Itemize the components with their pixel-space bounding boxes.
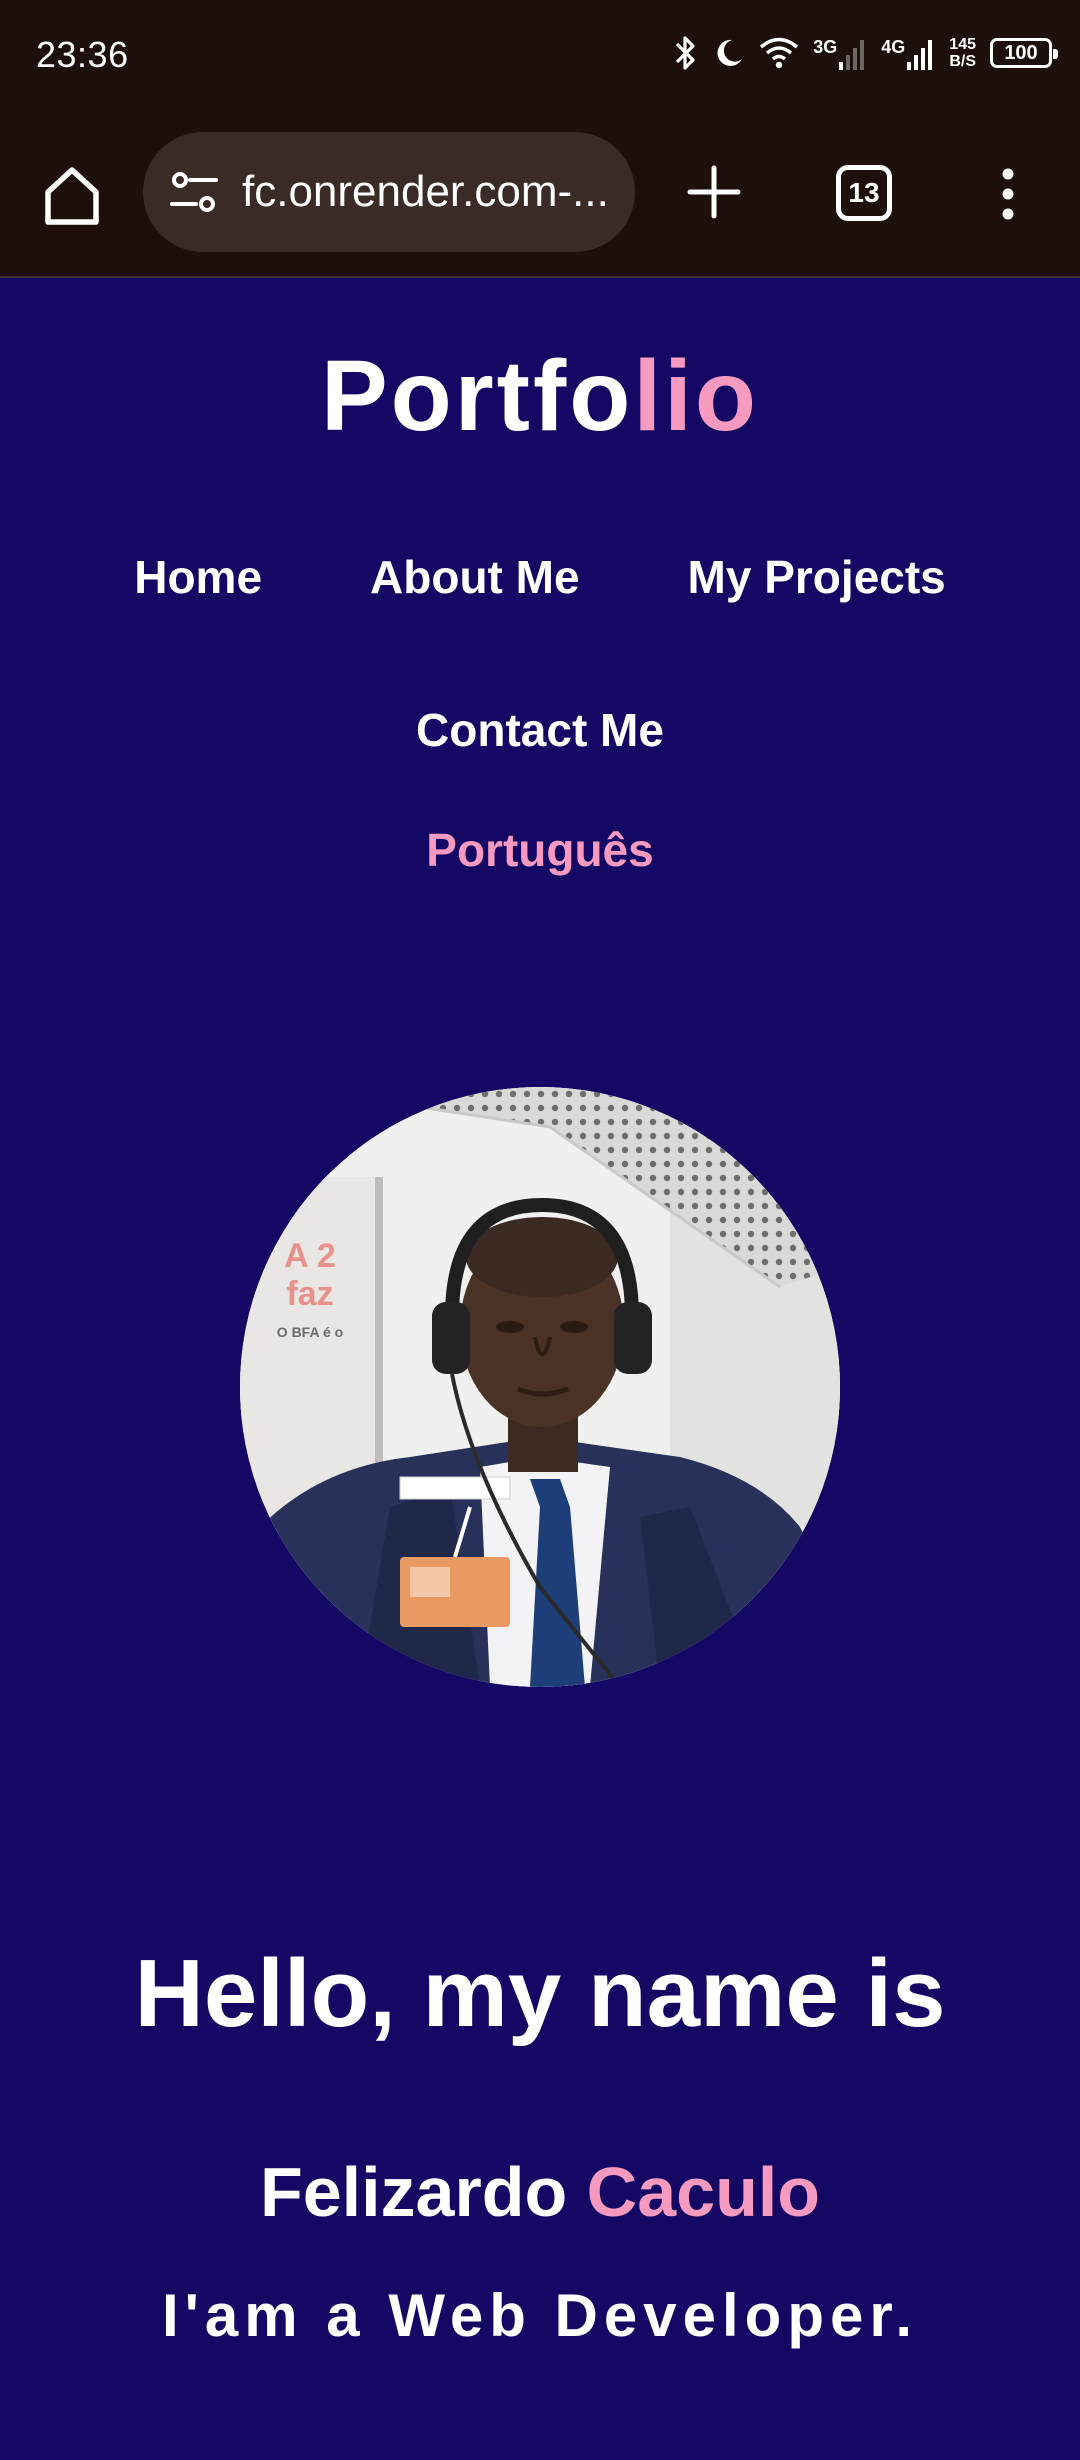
hero-first-name: Felizardo <box>259 2153 568 2231</box>
site-logo[interactable]: Portfolio <box>0 339 1080 454</box>
wifi-icon <box>759 36 799 70</box>
home-icon <box>45 167 99 225</box>
nav-projects[interactable]: My Projects <box>688 550 946 604</box>
network-label-3g: 3G <box>813 37 838 57</box>
speed-unit: B/S <box>949 53 976 70</box>
network-label-4g: 4G <box>881 37 906 57</box>
status-time: 23:36 <box>36 34 129 75</box>
nav-row: Contact Me <box>0 703 1080 757</box>
profile-photo: A 2 faz O BFA é o <box>240 1087 840 1687</box>
tab-count: 13 <box>848 177 880 208</box>
status-bar: 23:36 3G 4G 145 B/S 100 <box>0 0 1080 110</box>
browser-toolbar: ...-fc.onrender.com 13 <box>0 110 1080 278</box>
language-switch-link[interactable]: Português <box>0 823 1080 877</box>
signal-icon <box>839 40 865 70</box>
network-speed: 145 B/S <box>949 36 976 70</box>
battery-icon: 100 <box>990 38 1058 68</box>
svg-text:O BFA é o: O BFA é o <box>277 1324 343 1340</box>
speed-value: 145 <box>949 36 976 53</box>
signal-icon <box>907 40 933 70</box>
tune-icon <box>170 172 218 212</box>
status-icons: 3G 4G 145 B/S 100 <box>673 28 1058 78</box>
svg-text:A 2: A 2 <box>284 1237 336 1275</box>
logo-main: Portfo <box>320 340 634 452</box>
url-bar[interactable]: ...-fc.onrender.com <box>143 132 635 252</box>
home-button[interactable] <box>38 162 106 230</box>
bluetooth-icon <box>673 35 699 71</box>
plus-icon <box>687 165 741 219</box>
hero-name: Felizardo Caculo <box>0 2152 1080 2232</box>
moon-icon <box>713 37 745 69</box>
new-tab-button[interactable] <box>684 162 744 222</box>
svg-text:faz: faz <box>286 1275 333 1313</box>
signal-3g-group: 3G <box>813 36 867 70</box>
tab-switcher-button[interactable]: 13 <box>836 165 892 221</box>
battery-level: 100 <box>1004 41 1038 64</box>
nav-about[interactable]: About Me <box>370 550 580 604</box>
signal-4g-group: 4G <box>881 36 935 70</box>
hero-last-name: Caculo <box>586 2153 821 2231</box>
nav-contact[interactable]: Contact Me <box>416 703 664 757</box>
url-text[interactable]: ...-fc.onrender.com <box>242 167 612 217</box>
nav-row: Home About Me My Projects <box>0 550 1080 604</box>
portfolio-page: Portfolio Home About Me My Projects Cont… <box>0 279 1080 2460</box>
hero-role: I'am a Web Developer. <box>161 2282 919 2349</box>
nav-home[interactable]: Home <box>134 550 262 604</box>
hero-greeting: Hello, my name is <box>134 1940 946 2047</box>
browser-menu-button[interactable] <box>992 164 1024 224</box>
logo-accent: lio <box>633 340 760 452</box>
more-vert-icon <box>1002 168 1014 220</box>
